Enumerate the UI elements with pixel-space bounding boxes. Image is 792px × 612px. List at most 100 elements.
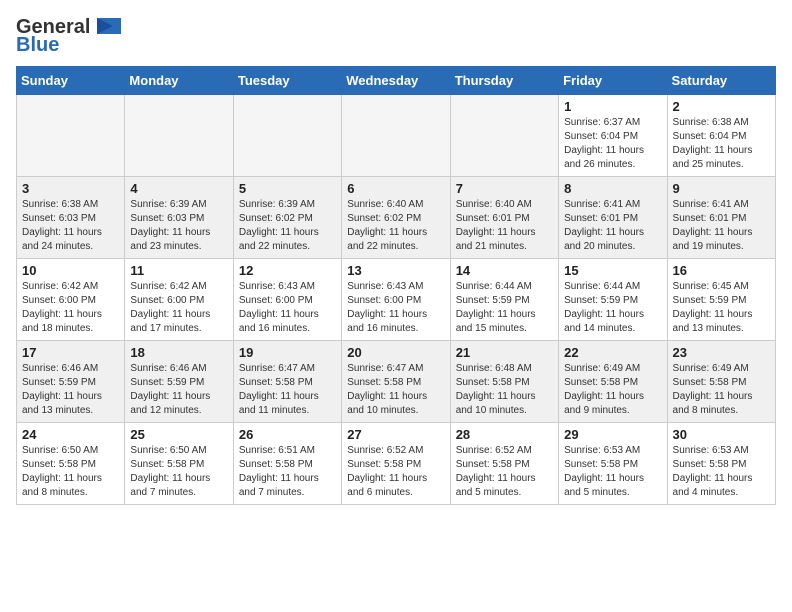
day-of-week-header: Sunday: [17, 67, 125, 95]
day-info: Sunrise: 6:44 AM Sunset: 5:59 PM Dayligh…: [564, 280, 661, 336]
day-number: 29: [564, 427, 661, 442]
day-info: Sunrise: 6:46 AM Sunset: 5:59 PM Dayligh…: [130, 362, 227, 418]
day-info: Sunrise: 6:42 AM Sunset: 6:00 PM Dayligh…: [22, 280, 119, 336]
calendar-cell: [17, 95, 125, 177]
day-info: Sunrise: 6:43 AM Sunset: 6:00 PM Dayligh…: [347, 280, 444, 336]
day-number: 4: [130, 181, 227, 196]
day-info: Sunrise: 6:39 AM Sunset: 6:02 PM Dayligh…: [239, 198, 336, 254]
day-number: 30: [673, 427, 770, 442]
calendar-cell: 10 Sunrise: 6:42 AM Sunset: 6:00 PM Dayli…: [17, 259, 125, 341]
calendar: SundayMondayTuesdayWednesdayThursdayFrid…: [16, 66, 776, 505]
day-info: Sunrise: 6:38 AM Sunset: 6:04 PM Dayligh…: [673, 116, 770, 172]
day-number: 3: [22, 181, 119, 196]
day-info: Sunrise: 6:52 AM Sunset: 5:58 PM Dayligh…: [347, 444, 444, 500]
day-info: Sunrise: 6:50 AM Sunset: 5:58 PM Dayligh…: [22, 444, 119, 500]
calendar-cell: 8 Sunrise: 6:41 AM Sunset: 6:01 PM Daylig…: [559, 177, 667, 259]
day-info: Sunrise: 6:52 AM Sunset: 5:58 PM Dayligh…: [456, 444, 553, 500]
day-info: Sunrise: 6:43 AM Sunset: 6:00 PM Dayligh…: [239, 280, 336, 336]
day-number: 18: [130, 345, 227, 360]
day-number: 14: [456, 263, 553, 278]
day-number: 11: [130, 263, 227, 278]
day-info: Sunrise: 6:49 AM Sunset: 5:58 PM Dayligh…: [564, 362, 661, 418]
day-number: 25: [130, 427, 227, 442]
day-info: Sunrise: 6:53 AM Sunset: 5:58 PM Dayligh…: [673, 444, 770, 500]
day-info: Sunrise: 6:50 AM Sunset: 5:58 PM Dayligh…: [130, 444, 227, 500]
calendar-cell: 2 Sunrise: 6:38 AM Sunset: 6:04 PM Daylig…: [667, 95, 775, 177]
day-info: Sunrise: 6:37 AM Sunset: 6:04 PM Dayligh…: [564, 116, 661, 172]
calendar-cell: 29 Sunrise: 6:53 AM Sunset: 5:58 PM Dayli…: [559, 423, 667, 505]
day-info: Sunrise: 6:41 AM Sunset: 6:01 PM Dayligh…: [564, 198, 661, 254]
day-number: 23: [673, 345, 770, 360]
day-info: Sunrise: 6:40 AM Sunset: 6:01 PM Dayligh…: [456, 198, 553, 254]
calendar-cell: 21Sunrise: 6:48 AM Sunset: 5:58 PM Dayli…: [450, 341, 558, 423]
calendar-cell: 15 Sunrise: 6:44 AM Sunset: 5:59 PM Dayli…: [559, 259, 667, 341]
calendar-week-row: 24 Sunrise: 6:50 AM Sunset: 5:58 PM Dayli…: [17, 423, 776, 505]
day-number: 17: [22, 345, 119, 360]
calendar-cell: 24 Sunrise: 6:50 AM Sunset: 5:58 PM Dayli…: [17, 423, 125, 505]
day-of-week-header: Tuesday: [233, 67, 341, 95]
day-of-week-header: Wednesday: [342, 67, 450, 95]
day-number: 22: [564, 345, 661, 360]
day-number: 19: [239, 345, 336, 360]
day-number: 5: [239, 181, 336, 196]
logo-blue-text: Blue: [16, 34, 125, 56]
day-number: 28: [456, 427, 553, 442]
day-info: Sunrise: 6:48 AM Sunset: 5:58 PM Dayligh…: [456, 362, 553, 418]
calendar-cell: 14 Sunrise: 6:44 AM Sunset: 5:59 PM Dayli…: [450, 259, 558, 341]
day-number: 7: [456, 181, 553, 196]
calendar-cell: 12 Sunrise: 6:43 AM Sunset: 6:00 PM Dayli…: [233, 259, 341, 341]
calendar-week-row: 1 Sunrise: 6:37 AM Sunset: 6:04 PM Daylig…: [17, 95, 776, 177]
day-number: 26: [239, 427, 336, 442]
day-number: 15: [564, 263, 661, 278]
day-info: Sunrise: 6:46 AM Sunset: 5:59 PM Dayligh…: [22, 362, 119, 418]
day-info: Sunrise: 6:39 AM Sunset: 6:03 PM Dayligh…: [130, 198, 227, 254]
calendar-cell: 17 Sunrise: 6:46 AM Sunset: 5:59 PM Dayli…: [17, 341, 125, 423]
day-info: Sunrise: 6:41 AM Sunset: 6:01 PM Dayligh…: [673, 198, 770, 254]
logo-container: General Blue: [16, 16, 125, 56]
calendar-cell: 3 Sunrise: 6:38 AM Sunset: 6:03 PM Daylig…: [17, 177, 125, 259]
calendar-cell: 18 Sunrise: 6:46 AM Sunset: 5:59 PM Dayli…: [125, 341, 233, 423]
calendar-header-row: SundayMondayTuesdayWednesdayThursdayFrid…: [17, 67, 776, 95]
page: General Blue SundayMondayTuesdayWednesda…: [0, 0, 792, 612]
calendar-cell: 30 Sunrise: 6:53 AM Sunset: 5:58 PM Dayli…: [667, 423, 775, 505]
day-info: Sunrise: 6:53 AM Sunset: 5:58 PM Dayligh…: [564, 444, 661, 500]
calendar-cell: 7 Sunrise: 6:40 AM Sunset: 6:01 PM Daylig…: [450, 177, 558, 259]
calendar-cell: 20Sunrise: 6:47 AM Sunset: 5:58 PM Dayli…: [342, 341, 450, 423]
calendar-cell: 25 Sunrise: 6:50 AM Sunset: 5:58 PM Dayli…: [125, 423, 233, 505]
calendar-cell: [125, 95, 233, 177]
calendar-cell: 27 Sunrise: 6:52 AM Sunset: 5:58 PM Dayli…: [342, 423, 450, 505]
calendar-cell: 1 Sunrise: 6:37 AM Sunset: 6:04 PM Daylig…: [559, 95, 667, 177]
calendar-cell: 22 Sunrise: 6:49 AM Sunset: 5:58 PM Dayli…: [559, 341, 667, 423]
day-number: 9: [673, 181, 770, 196]
day-number: 1: [564, 99, 661, 114]
calendar-cell: 19 Sunrise: 6:47 AM Sunset: 5:58 PM Dayli…: [233, 341, 341, 423]
day-number: 2: [673, 99, 770, 114]
day-number: 12: [239, 263, 336, 278]
calendar-cell: 9 Sunrise: 6:41 AM Sunset: 6:01 PM Daylig…: [667, 177, 775, 259]
calendar-cell: 11Sunrise: 6:42 AM Sunset: 6:00 PM Dayli…: [125, 259, 233, 341]
day-of-week-header: Friday: [559, 67, 667, 95]
day-number: 8: [564, 181, 661, 196]
day-number: 13: [347, 263, 444, 278]
calendar-cell: 23 Sunrise: 6:49 AM Sunset: 5:58 PM Dayli…: [667, 341, 775, 423]
day-info: Sunrise: 6:49 AM Sunset: 5:58 PM Dayligh…: [673, 362, 770, 418]
day-info: Sunrise: 6:38 AM Sunset: 6:03 PM Dayligh…: [22, 198, 119, 254]
calendar-cell: [233, 95, 341, 177]
calendar-cell: 4 Sunrise: 6:39 AM Sunset: 6:03 PM Daylig…: [125, 177, 233, 259]
day-info: Sunrise: 6:51 AM Sunset: 5:58 PM Dayligh…: [239, 444, 336, 500]
day-info: Sunrise: 6:47 AM Sunset: 5:58 PM Dayligh…: [347, 362, 444, 418]
day-number: 24: [22, 427, 119, 442]
day-number: 6: [347, 181, 444, 196]
day-info: Sunrise: 6:47 AM Sunset: 5:58 PM Dayligh…: [239, 362, 336, 418]
calendar-week-row: 17 Sunrise: 6:46 AM Sunset: 5:59 PM Dayli…: [17, 341, 776, 423]
logo: General Blue: [16, 16, 125, 56]
calendar-cell: 13 Sunrise: 6:43 AM Sunset: 6:00 PM Dayli…: [342, 259, 450, 341]
calendar-cell: 5 Sunrise: 6:39 AM Sunset: 6:02 PM Daylig…: [233, 177, 341, 259]
calendar-cell: [342, 95, 450, 177]
day-of-week-header: Monday: [125, 67, 233, 95]
day-info: Sunrise: 6:44 AM Sunset: 5:59 PM Dayligh…: [456, 280, 553, 336]
calendar-cell: 26 Sunrise: 6:51 AM Sunset: 5:58 PM Dayli…: [233, 423, 341, 505]
day-number: 10: [22, 263, 119, 278]
day-number: 27: [347, 427, 444, 442]
header: General Blue: [16, 16, 776, 56]
